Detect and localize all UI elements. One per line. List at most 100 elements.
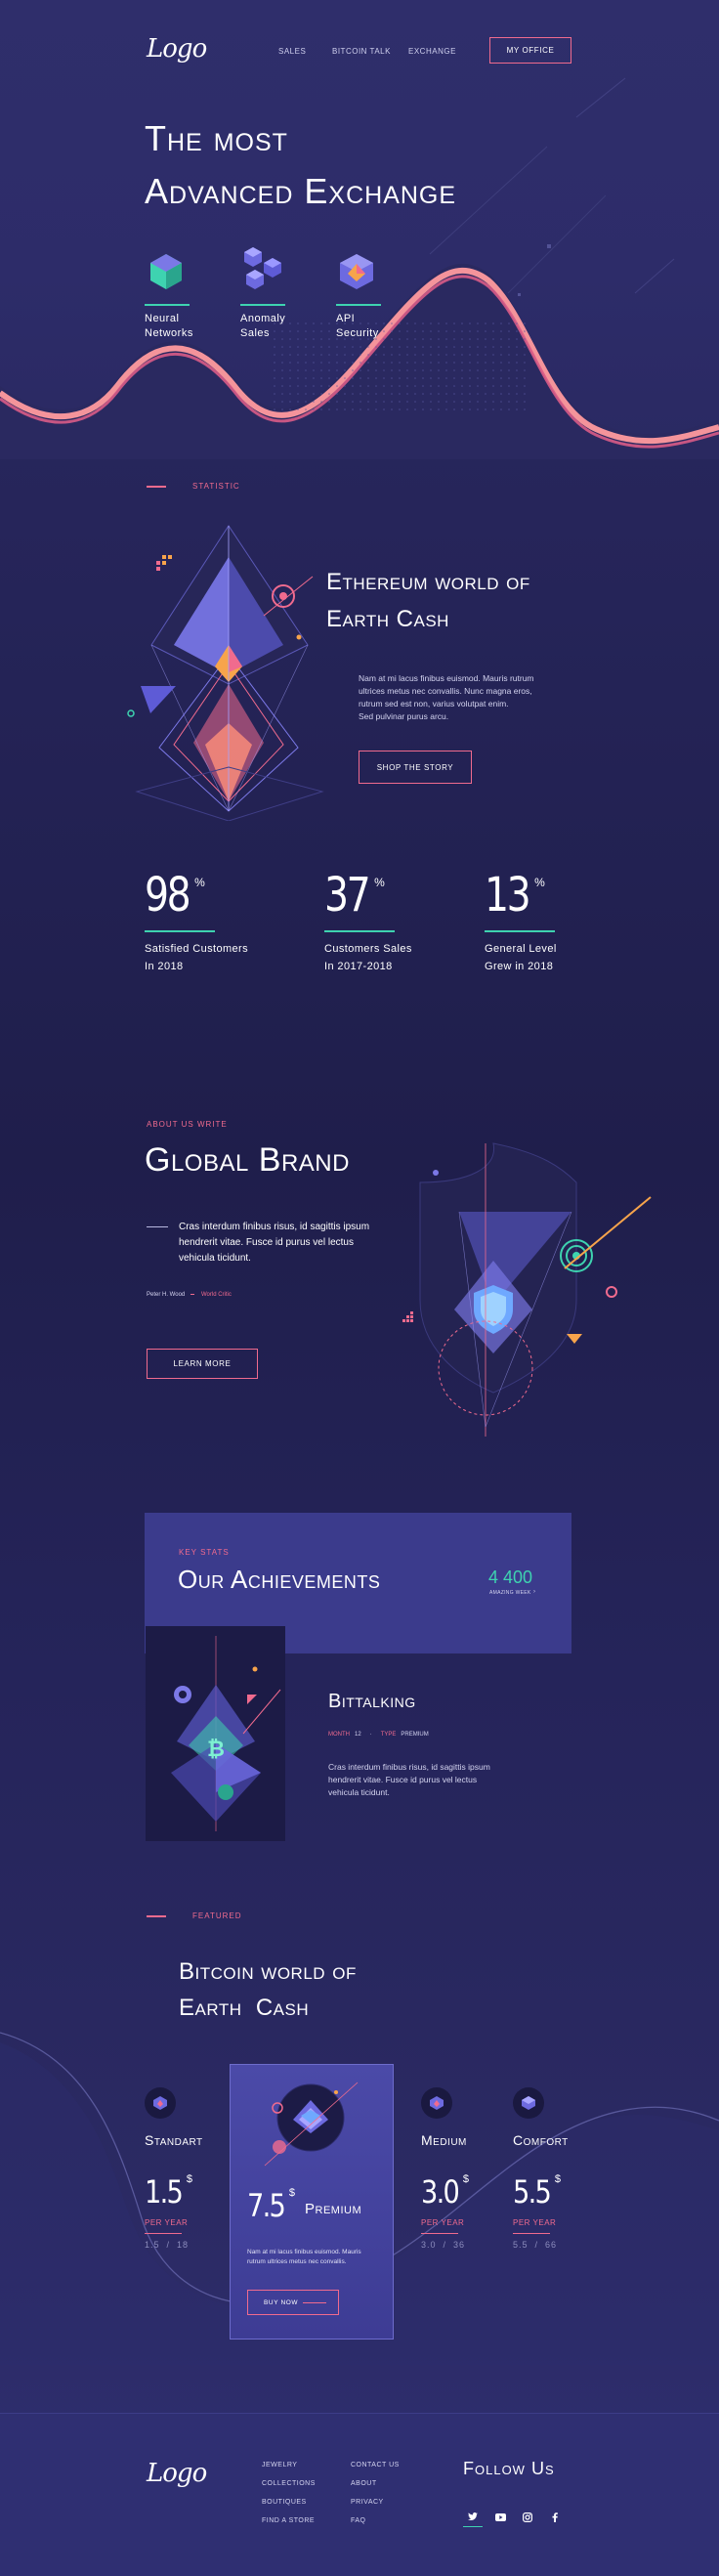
feature-label-2a: Anomaly xyxy=(240,313,286,324)
statistic-title-line1: Ethereum world of xyxy=(326,569,530,595)
plan-name: Premium xyxy=(305,2201,362,2217)
footer-link[interactable]: ABOUT xyxy=(351,2480,400,2487)
about-author-sep xyxy=(190,1294,194,1295)
footer-link[interactable]: BOUTIQUES xyxy=(262,2499,316,2506)
statistic-para-line: rutrum sed est non, varius volutpat enim… xyxy=(359,699,509,708)
svg-text:₿: ₿ xyxy=(207,1738,225,1762)
about-tag: ABOUT US WRITE xyxy=(147,1120,228,1129)
bittalking-para-line: Cras interdum finibus risus, id sagittis… xyxy=(328,1762,490,1772)
feature-label-3b: Security xyxy=(336,327,379,339)
twitter-icon[interactable] xyxy=(463,2508,483,2527)
footer-link[interactable]: FIND A STORE xyxy=(262,2517,316,2524)
footer-col2: CONTACT US ABOUT PRIVACY FAQ xyxy=(351,2462,400,2524)
plan-standart: Standart 1.5 $ PER YEAR 1.5 / 18 xyxy=(145,2087,233,2250)
count-arrow-icon: › xyxy=(533,1589,535,1595)
facebook-icon[interactable] xyxy=(545,2508,565,2527)
bitcoin-illustration: ₿ xyxy=(146,1626,285,1841)
gem-cube-icon xyxy=(153,2096,167,2110)
footer-logo[interactable]: Logo xyxy=(147,2459,207,2488)
stat-customers-sales: 37 % Customers Sales In 2017-2018 xyxy=(324,868,461,975)
footer-link[interactable]: FAQ xyxy=(351,2517,400,2524)
learn-more-button[interactable]: LEARN MORE xyxy=(147,1349,258,1379)
plan-name: Medium xyxy=(421,2132,467,2148)
stat-label-line2: Grew in 2018 xyxy=(485,960,554,972)
about-quote-dash xyxy=(147,1226,168,1227)
meta-label-type: TYPE xyxy=(380,1732,397,1738)
youtube-icon[interactable] xyxy=(490,2508,510,2527)
cubes-icon xyxy=(244,247,281,289)
plan-range: 5.5 / 66 xyxy=(513,2240,558,2250)
cube-icon xyxy=(522,2096,535,2110)
hero-title-line1: The most xyxy=(145,118,288,158)
meta-label-month: MONTH xyxy=(328,1732,350,1738)
statistic-para-line: Nam at mi lacus finibus euismod. Mauris … xyxy=(359,673,534,683)
footer-link[interactable]: PRIVACY xyxy=(351,2499,400,2506)
plan-range-to: 66 xyxy=(545,2240,558,2250)
instagram-icon[interactable] xyxy=(518,2508,537,2527)
stat-underline xyxy=(145,930,215,932)
plan-range: 1.5 / 18 xyxy=(145,2240,190,2250)
plan-icon xyxy=(421,2087,452,2119)
stat-label-line1: General Level xyxy=(485,942,557,955)
plan-currency: $ xyxy=(288,2187,296,2199)
my-office-button[interactable]: MY OFFICE xyxy=(489,37,571,64)
statistic-title-line2: Earth Cash xyxy=(326,606,449,632)
stat-value: 98 xyxy=(145,868,191,923)
about-quote-line: vehicula ticidunt. xyxy=(179,1253,251,1264)
stat-unit: % xyxy=(194,876,205,889)
feature-underline xyxy=(145,304,190,306)
statistic-para-line: ultrices metus nec convallis. Nunc magna… xyxy=(359,686,532,696)
feature-underline xyxy=(336,304,381,306)
stat-general-level: 13 % General Level Grew in 2018 xyxy=(485,868,621,975)
plan-range-from: 1.5 xyxy=(145,2240,160,2250)
about-quote-line: hendrerit vitae. Fusce id purus vel lect… xyxy=(179,1237,354,1248)
achievements-tag: KEY STATS xyxy=(179,1548,230,1557)
buy-now-button[interactable]: BUY NOW xyxy=(247,2290,339,2315)
feature-api-security: API Security xyxy=(336,250,404,341)
premium-illustration xyxy=(264,2082,359,2167)
plan-icon xyxy=(145,2087,176,2119)
cube-icon xyxy=(150,254,182,289)
social-icons xyxy=(463,2508,565,2527)
meta-value-type: PREMIUM xyxy=(401,1732,429,1738)
stat-value: 37 xyxy=(324,868,371,923)
about-source: World Critic xyxy=(201,1292,232,1298)
nav-link-exchange[interactable]: EXCHANGE xyxy=(408,47,456,56)
stat-satisfied-customers: 98 % Satisfied Customers In 2018 xyxy=(145,868,281,975)
stat-underline xyxy=(485,930,555,932)
about-title: Global Brand xyxy=(145,1141,350,1179)
plan-range-from: 3.0 xyxy=(421,2240,437,2250)
plan-name: Standart xyxy=(145,2132,203,2148)
nav-link-bitcoin-talk[interactable]: BITCOIN TALK xyxy=(332,47,391,56)
plan-range: 3.0 / 36 xyxy=(421,2240,466,2250)
footer-col1: JEWELRY COLLECTIONS BOUTIQUES FIND A STO… xyxy=(262,2462,316,2524)
featured-dash xyxy=(147,1915,166,1917)
stat-value: 13 xyxy=(485,868,531,923)
footer-link[interactable]: COLLECTIONS xyxy=(262,2480,316,2487)
gem-cube-icon xyxy=(340,254,373,289)
feature-label-1a: Neural xyxy=(145,313,180,324)
about-quote-line: Cras interdum finibus risus, id sagittis… xyxy=(179,1222,370,1232)
feature-anomaly-sales: Anomaly Sales xyxy=(240,244,309,341)
plan-range-from: 5.5 xyxy=(513,2240,529,2250)
plan-underline xyxy=(421,2233,458,2234)
plan-icon xyxy=(513,2087,544,2119)
footer-link[interactable]: JEWELRY xyxy=(262,2462,316,2469)
featured-title-line2: Earth Cash xyxy=(179,1995,310,2021)
plan-medium: Medium 3.0 $ PER YEAR 3.0 / 36 xyxy=(421,2087,499,2250)
shop-the-story-button[interactable]: SHOP THE STORY xyxy=(359,751,472,784)
buy-now-label: BUY NOW xyxy=(264,2298,299,2306)
footer-link[interactable]: CONTACT US xyxy=(351,2462,400,2469)
feature-label-1b: Networks xyxy=(145,327,193,339)
meta-value-month: 12 xyxy=(355,1732,361,1738)
plan-currency: $ xyxy=(462,2173,470,2185)
header-logo[interactable]: Logo xyxy=(147,34,207,64)
plan-price: 5.5 xyxy=(513,2173,552,2211)
achievements-count-label: AMAZING WEEK xyxy=(489,1590,531,1596)
stat-label-line2: In 2018 xyxy=(145,960,184,972)
achievements-title: Our Achievements xyxy=(178,1565,381,1594)
premium-para-line: Nam at mi lacus finibus euismod. Mauris xyxy=(247,2249,361,2255)
nav-link-sales[interactable]: SALES xyxy=(278,47,306,56)
bittalking-meta: MONTH 12 · TYPE PREMIUM xyxy=(328,1732,429,1738)
plan-price: 1.5 xyxy=(145,2173,184,2211)
